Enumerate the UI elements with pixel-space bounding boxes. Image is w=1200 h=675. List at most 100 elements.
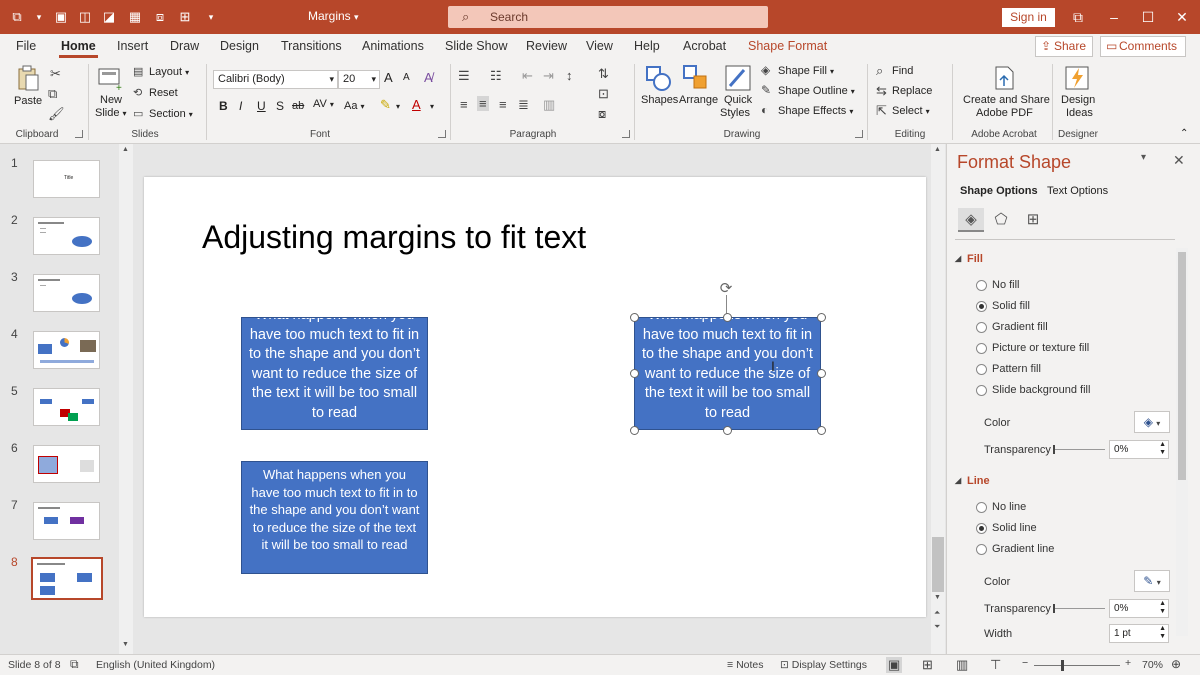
slide-thumbnail-8[interactable] (31, 557, 103, 600)
tab-acrobat[interactable]: Acrobat (683, 39, 726, 53)
no-line-radio[interactable] (976, 502, 987, 513)
no-fill-label[interactable]: No fill (992, 279, 1020, 291)
solid-line-radio[interactable] (976, 523, 987, 534)
shapes-label[interactable]: Shapes (641, 94, 678, 106)
resize-handle-w[interactable] (630, 369, 639, 378)
reset-icon[interactable]: ⟲ (133, 86, 142, 99)
slide-show-icon[interactable]: ⊤ (990, 657, 1001, 673)
tab-shape-options[interactable]: Shape Options (960, 185, 1038, 197)
scroll-down-icon[interactable]: ▼ (934, 594, 941, 601)
select-button[interactable]: Select ▾ (892, 105, 930, 117)
text-shape-fitted[interactable]: What happens when you have too much text… (241, 461, 428, 574)
solid-line-label[interactable]: Solid line (992, 522, 1037, 534)
no-fill-radio[interactable] (976, 280, 987, 291)
line-width-input[interactable]: 1 pt ▲ ▼ (1109, 624, 1169, 643)
spin-arrows-icon[interactable]: ▲ ▼ (1159, 625, 1166, 641)
line-transparency-input[interactable]: 0% ▲ ▼ (1109, 599, 1169, 618)
display-settings-button[interactable]: ⊡ Display Settings (780, 659, 867, 671)
slide-thumbnail-5[interactable] (33, 388, 100, 426)
columns-icon[interactable]: ▥ (543, 97, 555, 113)
qat-dropdown-icon[interactable]: ▾ (30, 8, 48, 26)
effects-icon[interactable]: ⬠ (988, 208, 1014, 232)
line-section-header[interactable]: ◢ Line (955, 475, 990, 487)
slide[interactable]: Adjusting margins to fit text What happe… (144, 177, 926, 617)
shape-fill-icon[interactable]: ◈ (761, 63, 770, 77)
reading-view-icon[interactable]: ▥ (956, 657, 968, 673)
copy-icon[interactable]: ⧉ (48, 86, 57, 102)
close-icon[interactable]: ✕ (1170, 6, 1194, 28)
fill-section-header[interactable]: ◢ Fill (955, 253, 983, 265)
text-shadow-button[interactable]: S (276, 99, 284, 113)
tab-text-options[interactable]: Text Options (1047, 185, 1108, 197)
find-button[interactable]: Find (892, 65, 913, 77)
language-indicator[interactable]: English (United Kingdom) (96, 659, 215, 671)
slide-thumbnail-2[interactable] (33, 217, 100, 255)
tab-review[interactable]: Review (526, 39, 567, 53)
minimize-icon[interactable]: – (1102, 6, 1126, 28)
shapes-icon[interactable] (644, 64, 672, 92)
line-transparency-slider[interactable] (1053, 604, 1105, 613)
arrange-icon[interactable] (682, 64, 710, 92)
next-slide-icon[interactable]: ⏷ (934, 622, 940, 632)
font-color-icon[interactable]: A (412, 97, 421, 112)
solid-fill-label[interactable]: Solid fill (992, 300, 1030, 312)
font-name-dropdown[interactable]: Calibri (Body) ▾ (213, 70, 338, 89)
smartart-icon[interactable]: ⧇ (598, 106, 606, 122)
fill-transparency-input[interactable]: 0% ▲ ▼ (1109, 440, 1169, 459)
line-spacing-icon[interactable]: ↕ (566, 68, 573, 83)
align-center-icon[interactable]: ≡ (477, 96, 489, 111)
gradient-fill-radio[interactable] (976, 322, 987, 333)
cut-icon[interactable]: ✂ (50, 66, 61, 82)
pane-options-icon[interactable]: ▾ (1141, 152, 1146, 163)
slide-thumbnail-3[interactable] (33, 274, 100, 312)
share-button[interactable]: ⇪ Share (1035, 36, 1093, 57)
drawing-launcher-icon[interactable] (855, 130, 863, 138)
shape-effects-button[interactable]: Shape Effects ▾ (778, 105, 853, 117)
paste-label[interactable]: Paste (14, 95, 42, 107)
tab-slide-show[interactable]: Slide Show (445, 39, 508, 53)
redo-icon[interactable]: ◪ (100, 8, 118, 26)
tab-file[interactable]: File (16, 39, 36, 53)
scroll-up-icon[interactable]: ▲ (934, 146, 941, 153)
comments-button[interactable]: ▭ Comments (1100, 36, 1186, 57)
customize-qat-icon[interactable]: ▾ (202, 8, 220, 26)
underline-button[interactable]: U (257, 99, 266, 113)
slide-background-fill-radio[interactable] (976, 385, 987, 396)
align-left-icon[interactable]: ≡ (460, 97, 468, 112)
change-case-button[interactable]: Aa ▾ (344, 100, 365, 112)
format-painter-qa-icon[interactable]: ⊞ (176, 8, 194, 26)
strikethrough-button[interactable]: ab (292, 100, 304, 112)
decrease-indent-icon[interactable]: ⇤ (522, 68, 533, 84)
tab-shape-format[interactable]: Shape Format (748, 39, 827, 53)
format-pane-scrollbar[interactable] (1176, 248, 1188, 636)
start-slideshow-icon[interactable]: ▦ (126, 8, 144, 26)
new-slide-label-1[interactable]: New (100, 94, 122, 106)
resize-handle-sw[interactable] (630, 426, 639, 435)
scroll-down-icon[interactable]: ▼ (122, 641, 129, 648)
text-shape-overflowing[interactable]: What happens when you have too much text… (241, 317, 428, 430)
shape-outline-icon[interactable]: ✎ (761, 83, 771, 97)
fill-line-icon[interactable]: ◈ (958, 208, 984, 232)
sign-in-button[interactable]: Sign in (1002, 8, 1055, 27)
picture-fill-radio[interactable] (976, 343, 987, 354)
slide-background-fill-label[interactable]: Slide background fill (992, 384, 1090, 396)
format-painter-icon[interactable]: 🖌 (48, 106, 65, 122)
bold-button[interactable]: B (219, 99, 228, 113)
undo-icon[interactable]: ◫ (76, 8, 94, 26)
picture-fill-label[interactable]: Picture or texture fill (992, 342, 1089, 354)
thumbnails-scrollbar[interactable]: ▲ ▼ (119, 144, 133, 654)
resize-handle-e[interactable] (817, 369, 826, 378)
numbering-icon[interactable]: ☷ (490, 68, 502, 84)
ribbon-display-icon[interactable]: ⧉ (1066, 6, 1090, 28)
rotate-handle-icon[interactable]: ⟳ (718, 281, 734, 297)
size-properties-icon[interactable]: ⊞ (1020, 208, 1046, 232)
clipboard-launcher-icon[interactable] (75, 130, 83, 138)
italic-button[interactable]: I (239, 99, 242, 113)
tab-view[interactable]: View (586, 39, 613, 53)
quick-styles-icon[interactable] (724, 64, 752, 92)
replace-icon[interactable]: ⇆ (876, 83, 887, 99)
gradient-line-label[interactable]: Gradient line (992, 543, 1054, 555)
font-size-dropdown[interactable]: 20 ▾ (338, 70, 380, 89)
design-ideas-label-2[interactable]: Ideas (1066, 107, 1093, 119)
pattern-fill-label[interactable]: Pattern fill (992, 363, 1041, 375)
